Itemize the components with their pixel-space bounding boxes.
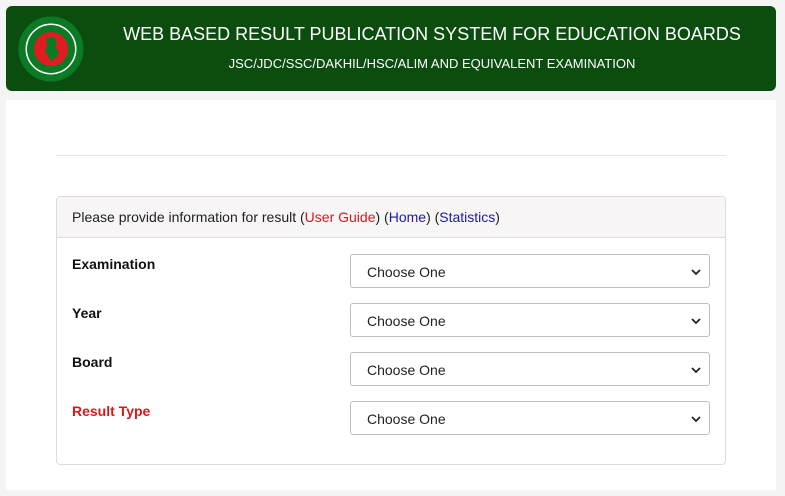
main-content: Please provide information for result (U… [6, 100, 776, 490]
user-guide-link[interactable]: User Guide [305, 209, 376, 225]
select-value: Choose One [367, 362, 446, 378]
select-value: Choose One [367, 264, 446, 280]
board-label: Board [72, 354, 113, 370]
board-select[interactable]: Choose One [350, 352, 710, 386]
bangladesh-govt-seal-icon [18, 16, 84, 82]
panel-intro-text: Please provide information for result ( [72, 209, 305, 225]
site-subtitle: JSC/JDC/SSC/DAKHIL/HSC/ALIM AND EQUIVALE… [228, 56, 636, 71]
home-link[interactable]: Home [389, 209, 426, 225]
panel-separator: ) ( [375, 209, 389, 225]
statistics-link[interactable]: Statistics [439, 209, 495, 225]
chevron-down-icon [691, 318, 701, 325]
panel-heading: Please provide information for result (U… [57, 197, 725, 238]
result-type-row: Result Type Choose One [72, 401, 712, 435]
chevron-down-icon [691, 367, 701, 374]
result-form-panel: Please provide information for result (U… [56, 196, 726, 465]
chevron-down-icon [691, 269, 701, 276]
divider [56, 155, 726, 156]
year-select[interactable]: Choose One [350, 303, 710, 337]
examination-label: Examination [72, 256, 156, 272]
site-header: WEB BASED RESULT PUBLICATION SYSTEM FOR … [6, 6, 776, 91]
panel-end-paren: ) [495, 209, 500, 225]
result-type-label: Result Type [72, 403, 151, 419]
select-value: Choose One [367, 411, 446, 427]
panel-separator: ) ( [426, 209, 440, 225]
result-type-select[interactable]: Choose One [350, 401, 710, 435]
examination-row: Examination Choose One [72, 254, 712, 288]
year-row: Year Choose One [72, 303, 712, 337]
site-title: WEB BASED RESULT PUBLICATION SYSTEM FOR … [123, 24, 741, 44]
chevron-down-icon [691, 416, 701, 423]
board-row: Board Choose One [72, 352, 712, 386]
select-value: Choose One [367, 313, 446, 329]
examination-select[interactable]: Choose One [350, 254, 710, 288]
year-label: Year [72, 305, 102, 321]
